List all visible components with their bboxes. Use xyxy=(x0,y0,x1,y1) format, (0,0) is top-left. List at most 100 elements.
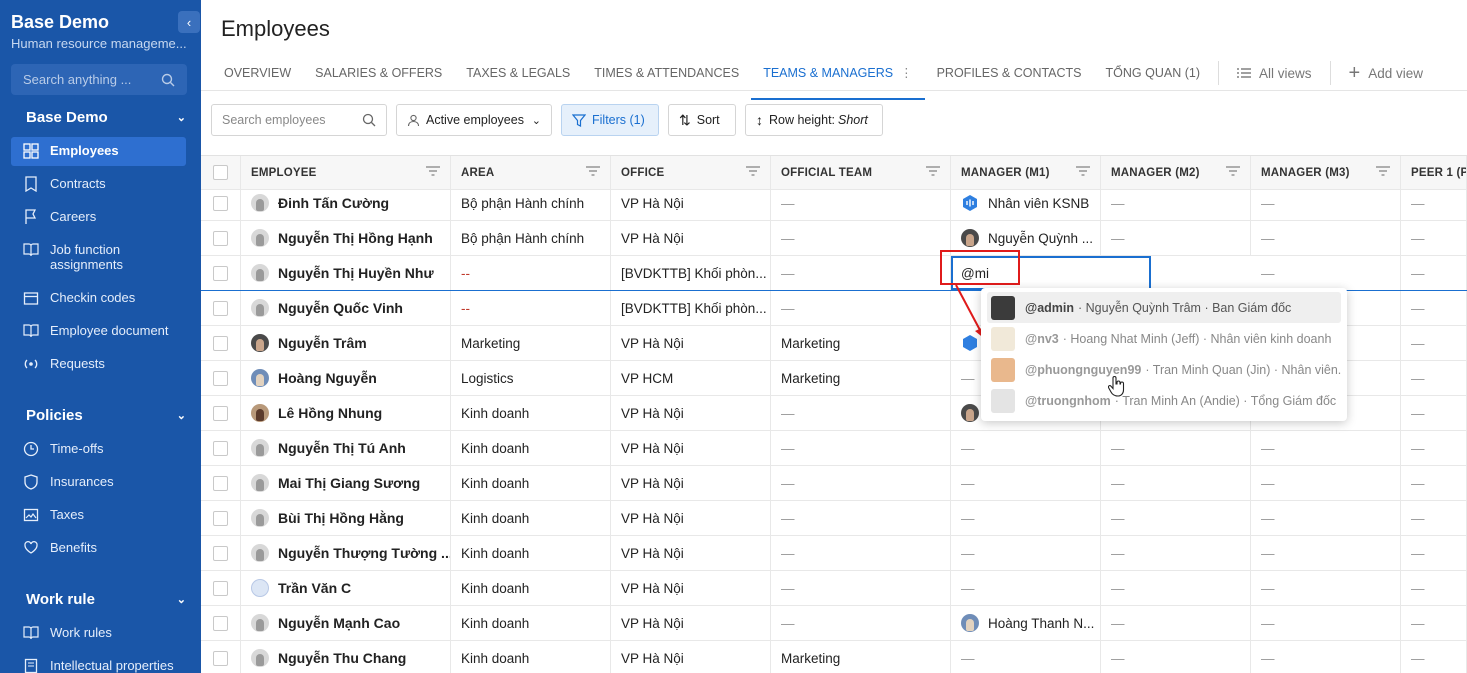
m1-cell[interactable]: — xyxy=(951,466,1101,500)
name-cell[interactable]: Nguyễn Trâm xyxy=(241,326,451,360)
row-select-cell[interactable] xyxy=(201,361,241,395)
area-cell[interactable]: Kinh doanh xyxy=(451,431,611,465)
team-cell[interactable]: — xyxy=(771,396,951,430)
mention-option-nv3[interactable]: @nv3 · Hoang Nhat Minh (Jeff) · Nhân viê… xyxy=(987,323,1341,354)
area-cell[interactable]: Bộ phận Hành chính xyxy=(451,186,611,220)
row-select-cell[interactable] xyxy=(201,396,241,430)
row-checkbox[interactable] xyxy=(213,615,228,631)
office-cell[interactable]: VP Hà Nội xyxy=(611,396,771,430)
sidebar-item-employees[interactable]: Employees xyxy=(11,137,186,166)
m1-cell[interactable]: — xyxy=(951,431,1101,465)
p1-cell[interactable]: — xyxy=(1401,221,1467,255)
p1-cell[interactable]: — xyxy=(1401,641,1467,673)
row-checkbox[interactable] xyxy=(213,545,228,561)
sidebar-group-work-rule[interactable]: Work rule ⌄ xyxy=(26,591,186,608)
column-header[interactable]: MANAGER (M1) xyxy=(951,156,1101,189)
row-select-cell[interactable] xyxy=(201,466,241,500)
sidebar-item-employee-document[interactable]: Employee document xyxy=(11,317,186,345)
row-checkbox[interactable] xyxy=(213,195,228,211)
team-cell[interactable]: — xyxy=(771,606,951,640)
p1-cell[interactable]: — xyxy=(1401,256,1467,290)
p1-cell[interactable]: — xyxy=(1401,396,1467,430)
area-cell[interactable]: Marketing xyxy=(451,326,611,360)
employee-search-input[interactable]: Search employees xyxy=(211,104,387,136)
table-row[interactable]: Đinh Tấn Cường Bộ phận Hành chính VP Hà Nộ… xyxy=(201,186,1467,221)
area-cell[interactable]: Kinh doanh xyxy=(451,536,611,570)
m3-cell[interactable]: — xyxy=(1251,256,1401,290)
m2-cell[interactable]: — xyxy=(1101,466,1251,500)
team-cell[interactable]: — xyxy=(771,501,951,535)
table-row[interactable]: Nguyễn Thị Tú Anh Kinh doanh VP Hà Nội — — — —… xyxy=(201,431,1467,466)
name-cell[interactable]: Bùi Thị Hồng Hằng xyxy=(241,501,451,535)
name-cell[interactable]: Trần Văn C xyxy=(241,571,451,605)
tab-salaries-offers[interactable]: SALARIES & OFFERS xyxy=(303,62,454,84)
table-row[interactable]: Mai Thị Giang Sương Kinh doanh VP Hà Nội — —… xyxy=(201,466,1467,501)
office-cell[interactable]: [BVDKTTB] Khối phòn... xyxy=(611,256,771,290)
area-cell[interactable]: Kinh doanh xyxy=(451,606,611,640)
employee-name[interactable]: Nguyễn Quốc Vinh xyxy=(278,300,403,316)
m2-cell[interactable]: — xyxy=(1101,641,1251,673)
m3-cell[interactable]: — xyxy=(1251,571,1401,605)
mention-option-truongnhom[interactable]: @truongnhom · Tran Minh An (Andie) · Tổn… xyxy=(987,385,1341,416)
p1-cell[interactable]: — xyxy=(1401,361,1467,395)
row-select-cell[interactable] xyxy=(201,431,241,465)
name-cell[interactable]: Đinh Tấn Cường xyxy=(241,186,451,220)
tab-profiles-contacts[interactable]: PROFILES & CONTACTS xyxy=(925,62,1094,84)
m3-cell[interactable]: — xyxy=(1251,606,1401,640)
m3-cell[interactable]: — xyxy=(1251,536,1401,570)
p1-cell[interactable]: — xyxy=(1401,291,1467,325)
p1-cell[interactable]: — xyxy=(1401,571,1467,605)
office-cell[interactable]: VP Hà Nội xyxy=(611,501,771,535)
row-select-cell[interactable] xyxy=(201,536,241,570)
row-checkbox[interactable] xyxy=(213,230,228,246)
employee-name[interactable]: Đinh Tấn Cường xyxy=(278,195,389,211)
team-cell[interactable]: — xyxy=(771,536,951,570)
row-select-cell[interactable] xyxy=(201,501,241,535)
employee-name[interactable]: Nguyễn Thị Huyền Như xyxy=(278,265,434,281)
m2-cell[interactable] xyxy=(1101,256,1251,290)
sidebar-item-checkin-codes[interactable]: Checkin codes xyxy=(11,284,186,312)
m3-cell[interactable]: — xyxy=(1251,431,1401,465)
sidebar-item-time-offs[interactable]: Time-offs xyxy=(11,435,186,463)
name-cell[interactable]: Nguyễn Thượng Tường ... xyxy=(241,536,451,570)
sidebar-search-input[interactable]: Search anything ... xyxy=(11,64,187,95)
area-cell[interactable]: Logistics xyxy=(451,361,611,395)
name-cell[interactable]: Nguyễn Thu Chang xyxy=(241,641,451,673)
employee-name[interactable]: Nguyễn Mạnh Cao xyxy=(278,615,400,631)
column-header[interactable]: PEER 1 (P1 xyxy=(1401,156,1467,189)
tab-times-attendances[interactable]: TIMES & ATTENDANCES xyxy=(582,62,751,84)
m3-cell[interactable]: — xyxy=(1251,186,1401,220)
m2-cell[interactable]: — xyxy=(1101,536,1251,570)
table-row[interactable]: Nguyễn Thượng Tường ... Kinh doanh VP Hà N… xyxy=(201,536,1467,571)
name-cell[interactable]: Nguyễn Quốc Vinh xyxy=(241,291,451,325)
row-checkbox[interactable] xyxy=(213,370,228,386)
row-checkbox[interactable] xyxy=(213,510,228,526)
column-filter-icon[interactable] xyxy=(746,166,760,179)
team-cell[interactable]: — xyxy=(771,431,951,465)
sidebar-group-base-demo[interactable]: Base Demo ⌄ xyxy=(26,109,186,126)
area-cell[interactable]: Bộ phận Hành chính xyxy=(451,221,611,255)
team-cell[interactable]: Marketing xyxy=(771,326,951,360)
area-cell[interactable]: Kinh doanh xyxy=(451,641,611,673)
workspace-title[interactable]: Base Demo xyxy=(11,12,109,33)
m1-cell[interactable]: — xyxy=(951,571,1101,605)
name-cell[interactable]: Hoàng Nguyễn xyxy=(241,361,451,395)
tab-overview[interactable]: OVERVIEW xyxy=(212,62,303,84)
row-select-cell[interactable] xyxy=(201,186,241,220)
office-cell[interactable]: VP Hà Nội xyxy=(611,326,771,360)
m1-cell[interactable]: Hoàng Thanh N... xyxy=(951,606,1101,640)
more-vertical-icon[interactable]: ⋮ xyxy=(900,66,913,80)
column-header[interactable]: MANAGER (M3) xyxy=(1251,156,1401,189)
team-cell[interactable]: — xyxy=(771,571,951,605)
m2-cell[interactable]: — xyxy=(1101,501,1251,535)
row-checkbox[interactable] xyxy=(213,265,228,281)
column-filter-icon[interactable] xyxy=(426,166,440,179)
table-row[interactable]: Nguyễn Thu Chang Kinh doanh VP Hà Nội Marke… xyxy=(201,641,1467,673)
tab-tong-quan[interactable]: TỔNG QUAN (1) xyxy=(1094,62,1212,84)
m2-cell[interactable]: — xyxy=(1101,431,1251,465)
area-cell[interactable]: Kinh doanh xyxy=(451,396,611,430)
team-cell[interactable]: — xyxy=(771,256,951,290)
tab-taxes-legals[interactable]: TAXES & LEGALS xyxy=(454,62,582,84)
sort-button[interactable]: ⇅ Sort xyxy=(668,104,736,136)
m3-cell[interactable]: — xyxy=(1251,641,1401,673)
